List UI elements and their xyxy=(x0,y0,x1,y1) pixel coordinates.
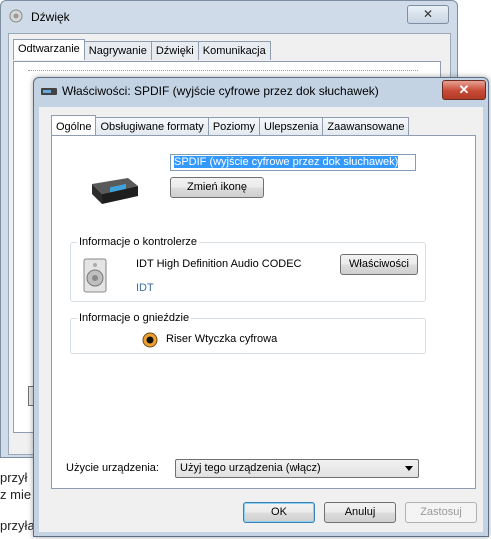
tab-levels[interactable]: Poziomy xyxy=(207,117,260,136)
speaker-device-icon xyxy=(41,88,57,95)
ok-button[interactable]: OK xyxy=(243,502,315,523)
controller-vendor-link[interactable]: IDT xyxy=(136,282,154,294)
tab-communications[interactable]: Komunikacja xyxy=(197,41,271,60)
digital-jack-icon xyxy=(142,332,158,348)
change-icon-button[interactable]: Zmień ikonę xyxy=(170,177,264,198)
tab-supported-formats[interactable]: Obsługiwane formaty xyxy=(95,117,209,136)
tab-general[interactable]: Ogólne xyxy=(51,115,97,136)
controller-info-label: Informacje o kontrolerze xyxy=(77,236,199,248)
underlying-text-fragment: z mie xyxy=(0,487,32,502)
controller-properties-button[interactable]: Właściwości xyxy=(340,254,418,275)
properties-dialog: Właściwości: SPDIF (wyjście cyfrowe prze… xyxy=(33,77,489,537)
tab-advanced[interactable]: Zaawansowane xyxy=(322,117,410,136)
dialog-title: Właściwości: SPDIF (wyjście cyfrowe prze… xyxy=(62,84,379,98)
device-name-input[interactable]: SPDIF (wyjście cyfrowe przez dok słuchaw… xyxy=(170,154,416,171)
sound-window-tabs: Odtwarzanie Nagrywanie Dźwięki Komunikac… xyxy=(13,39,271,60)
underlying-text-fragment: przyła xyxy=(0,518,35,533)
dialog-close-button[interactable]: ✕ xyxy=(442,80,486,100)
device-usage-select[interactable]: Użyj tego urządzenia (włącz) xyxy=(175,459,419,478)
digital-output-device-icon xyxy=(92,178,138,204)
device-usage-label: Użycie urządzenia: xyxy=(66,462,159,474)
tab-sounds[interactable]: Dźwięki xyxy=(150,41,199,60)
dialog-tabs: Ogólne Obsługiwane formaty Poziomy Uleps… xyxy=(51,115,410,136)
device-usage-selected: Użyj tego urządzenia (włącz) xyxy=(180,462,321,474)
cancel-button[interactable]: Anuluj xyxy=(324,502,396,523)
controller-name: IDT High Definition Audio CODEC xyxy=(136,258,302,270)
obscured-text-line xyxy=(28,70,418,75)
sound-window-title: Dźwięk xyxy=(31,10,70,24)
chevron-down-icon xyxy=(405,466,413,471)
tab-playback[interactable]: Odtwarzanie xyxy=(13,39,85,60)
jack-info-label: Informacje o gnieździe xyxy=(77,312,192,324)
apply-button[interactable]: Zastosuj xyxy=(405,502,477,523)
underlying-text-fragment: przył xyxy=(0,470,28,485)
dialog-body: Ogólne Obsługiwane formaty Poziomy Uleps… xyxy=(39,107,483,532)
tab-enhancements[interactable]: Ulepszenia xyxy=(259,117,324,136)
sound-window-close-button[interactable]: ✕ xyxy=(407,5,449,24)
speaker-icon xyxy=(83,258,107,293)
general-panel: SPDIF (wyjście cyfrowe przez dok słuchaw… xyxy=(51,135,476,489)
speaker-settings-icon xyxy=(9,9,23,23)
tab-recording[interactable]: Nagrywanie xyxy=(83,41,152,60)
jack-label: Riser Wtyczka cyfrowa xyxy=(166,333,278,345)
